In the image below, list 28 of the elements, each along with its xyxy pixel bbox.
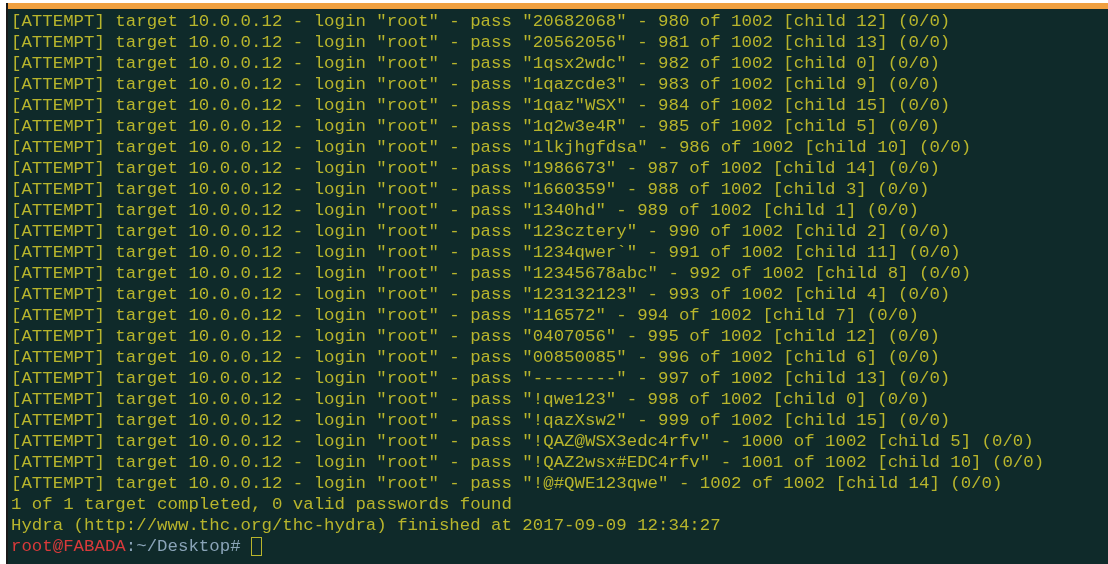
terminal-line: [ATTEMPT] target 10.0.0.12 - login "root" - pass "12345678abc" - 992 of 1002 [child 8] (0/0) xyxy=(11,263,972,284)
terminal-line: [ATTEMPT] target 10.0.0.12 - login "root" - pass "20562056" - 981 of 1002 [child 13] (0/0) xyxy=(11,32,951,53)
terminal-line: [ATTEMPT] target 10.0.0.12 - login "root" - pass "!QAZ2wsx#EDC4rfv" - 1001 of 1002 [child 10] (0/0) xyxy=(11,452,1045,473)
terminal-line: [ATTEMPT] target 10.0.0.12 - login "root" - pass "1qsx2wdc" - 982 of 1002 [child 0] (0/0) xyxy=(11,53,940,74)
prompt-path: :~/Desktop# xyxy=(125,536,241,557)
terminal-line: Hydra (http://www.thc.org/thc-hydra) finished at 2017-09-09 12:34:27 xyxy=(11,515,721,536)
terminal-line: [ATTEMPT] target 10.0.0.12 - login "root" - pass "--------" - 997 of 1002 [child 13] (0/0) xyxy=(11,368,951,389)
terminal-line: [ATTEMPT] target 10.0.0.12 - login "root" - pass "!@#QWE123qwe" - 1002 of 1002 [child 14] (0/0) xyxy=(11,473,1003,494)
terminal-line: [ATTEMPT] target 10.0.0.12 - login "root" - pass "1lkjhgfdsa" - 986 of 1002 [child 10] (0/0) xyxy=(11,137,972,158)
terminal-line: [ATTEMPT] target 10.0.0.12 - login "root" - pass "123cztery" - 990 of 1002 [child 2] (0/0) xyxy=(11,221,951,242)
terminal-line: [ATTEMPT] target 10.0.0.12 - login "root" - pass "00850085" - 996 of 1002 [child 6] (0/0) xyxy=(11,347,940,368)
terminal-line: [ATTEMPT] target 10.0.0.12 - login "root" - pass "0407056" - 995 of 1002 [child 12] (0/0) xyxy=(11,326,940,347)
terminal-line: [ATTEMPT] target 10.0.0.12 - login "root" - pass "!qwe123" - 998 of 1002 [child 0] (0/0) xyxy=(11,389,930,410)
terminal-line: [ATTEMPT] target 10.0.0.12 - login "root" - pass "20682068" - 980 of 1002 [child 12] (0/0) xyxy=(11,11,951,32)
terminal-line: [ATTEMPT] target 10.0.0.12 - login "root" - pass "1qaz"WSX" - 984 of 1002 [child 15] (0/0) xyxy=(11,95,951,116)
terminal-line: [ATTEMPT] target 10.0.0.12 - login "root" - pass "!qazXsw2" - 999 of 1002 [child 15] (0/0) xyxy=(11,410,951,431)
terminal-line: [ATTEMPT] target 10.0.0.12 - login "root" - pass "123132123" - 993 of 1002 [child 4] (0/0) xyxy=(11,284,951,305)
terminal-line: [ATTEMPT] target 10.0.0.12 - login "root" - pass "1986673" - 987 of 1002 [child 14] (0/0) xyxy=(11,158,940,179)
terminal-line: 1 of 1 target completed, 0 valid passwords found xyxy=(11,494,512,515)
cursor-block xyxy=(250,537,262,556)
terminal-line: [ATTEMPT] target 10.0.0.12 - login "root" - pass "1q2w3e4R" - 985 of 1002 [child 5] (0/0) xyxy=(11,116,940,137)
terminal-line: [ATTEMPT] target 10.0.0.12 - login "root" - pass "1660359" - 988 of 1002 [child 3] (0/0) xyxy=(11,179,930,200)
terminal-line: [ATTEMPT] target 10.0.0.12 - login "root" - pass "1qazcde3" - 983 of 1002 [child 9] (0/0) xyxy=(11,74,940,95)
prompt-user-host: root@FABADA xyxy=(11,536,126,557)
terminal-line: [ATTEMPT] target 10.0.0.12 - login "root" - pass "1234qwer`" - 991 of 1002 [child 11] (0/0) xyxy=(11,242,961,263)
terminal-line: [ATTEMPT] target 10.0.0.12 - login "root" - pass "!QAZ@WSX3edc4rfv" - 1000 of 1002 [child 5] (0/0) xyxy=(11,431,1034,452)
terminal-line: [ATTEMPT] target 10.0.0.12 - login "root" - pass "1340hd" - 989 of 1002 [child 1] (0/0) xyxy=(11,200,919,221)
terminal-line: [ATTEMPT] target 10.0.0.12 - login "root" - pass "116572" - 994 of 1002 [child 7] (0/0) xyxy=(11,305,919,326)
